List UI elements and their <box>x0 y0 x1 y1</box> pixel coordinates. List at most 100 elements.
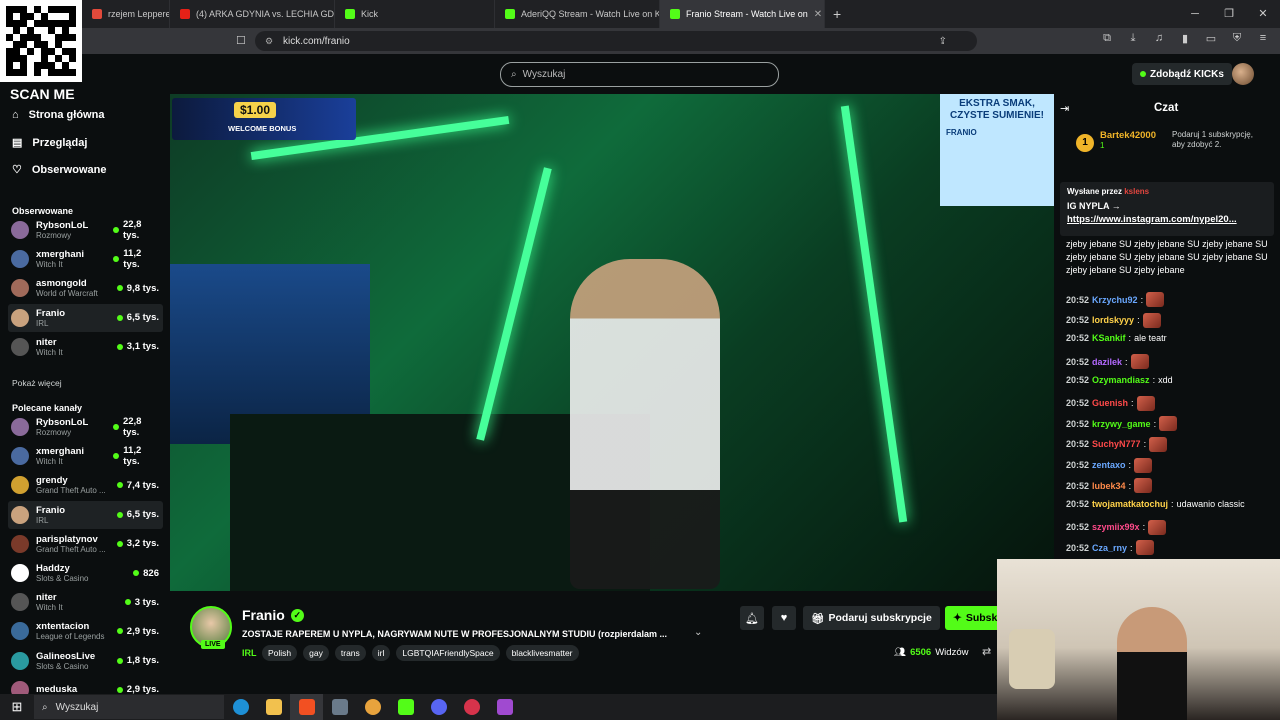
share-icon[interactable]: ⇪ <box>939 36 947 47</box>
nav-home[interactable]: ⌂ Strona główna <box>12 109 104 121</box>
taskbar-kick-icon[interactable] <box>389 694 422 720</box>
sidebar-channel[interactable]: Franio IRL 6,5 tys. <box>8 303 163 332</box>
message-user[interactable]: SuchyN777 <box>1092 439 1141 449</box>
collapse-chat-icon[interactable]: ⇥ <box>1060 102 1069 115</box>
stream-tag[interactable]: trans <box>334 645 366 661</box>
show-more-link[interactable]: Pokaż więcej <box>12 378 62 388</box>
message-user[interactable]: lubek34 <box>1092 481 1126 491</box>
new-tab-button[interactable]: + <box>833 6 841 22</box>
sidebar-channel[interactable]: Franio IRL 6,5 tys. <box>8 500 163 529</box>
get-kicks-button[interactable]: Zdobądź KICKs <box>1132 63 1232 85</box>
live-dot-icon <box>116 657 123 664</box>
sidebar-channel[interactable]: Haddzy Slots & Casino 826 <box>8 559 163 587</box>
channel-name: RybsonLoL <box>36 220 89 231</box>
menu-icon[interactable]: ≡ <box>1254 32 1272 45</box>
browser-tab[interactable]: (4) ARKA GDYNIA vs. LECHIA GDAŃS <box>170 0 335 28</box>
media-icon[interactable]: ♫ <box>1150 32 1168 45</box>
chevron-down-icon[interactable]: ⌄ <box>694 627 702 638</box>
browser-tab[interactable]: Kick <box>335 0 495 28</box>
taskbar-app-icon[interactable] <box>323 694 356 720</box>
sidebar-channel[interactable]: grendy Grand Theft Auto ... 7,4 tys. <box>8 471 163 499</box>
sidebar-channel[interactable]: xntentacion League of Legends 2,9 tys. <box>8 617 163 645</box>
message-user[interactable]: krzywy_game <box>1092 419 1151 429</box>
channel-name: xmerghani <box>36 249 85 261</box>
browser-tab[interactable]: AderiQQ Stream - Watch Live on Kick <box>495 0 660 28</box>
gifter-name[interactable]: Bartek42000 <box>1100 130 1166 141</box>
qr-cell <box>34 62 41 69</box>
emote-icon <box>1136 395 1155 411</box>
message-user[interactable]: lordskyyy <box>1092 315 1134 325</box>
channel-viewers-count: 7,4 tys. <box>126 479 159 491</box>
sidebar-channel[interactable]: xmerghani Witch It 11,2 tys. <box>8 245 163 273</box>
pinned-message[interactable]: Wysłane przez kslens IG NYPLA → https://… <box>1060 182 1274 236</box>
taskbar-chrome-icon[interactable] <box>356 694 389 720</box>
taskbar-discord-icon[interactable] <box>422 694 455 720</box>
promo-banner[interactable]: $1.00 WELCOME BONUS <box>172 98 356 140</box>
taskbar-app-icon[interactable] <box>488 694 521 720</box>
address-bar[interactable]: ⚙ kick.com/franio ⇪ <box>255 31 977 51</box>
browser-tab[interactable]: rzejem Lepperem! ( <box>82 0 170 28</box>
sidebar-channel[interactable]: GalineosLive Slots & Casino 1,8 tys. <box>8 647 163 675</box>
taskbar-edge-icon[interactable] <box>224 694 257 720</box>
taskbar-search[interactable]: ⌕ Wyszukaj <box>34 695 224 719</box>
sidebar-toggle-icon[interactable]: ▮ <box>1176 32 1194 45</box>
stream-tag[interactable]: LGBTQIAFriendlySpace <box>396 645 500 661</box>
video-player[interactable] <box>170 94 1054 591</box>
vpn-icon[interactable]: ⛨ <box>1228 32 1246 45</box>
subscribe-button[interactable]: ✦ Subskrybuj <box>945 606 1005 630</box>
message-user[interactable]: Cza_rny <box>1092 543 1127 553</box>
stream-tag[interactable]: blacklivesmatter <box>505 645 579 661</box>
message-user[interactable]: Krzychu92 <box>1092 295 1138 305</box>
close-tab-icon[interactable]: ✕ <box>814 9 822 20</box>
message-user[interactable]: KSankif <box>1092 333 1126 343</box>
qr-cell <box>13 48 20 55</box>
stream-tag[interactable]: irl <box>371 645 391 661</box>
sponsor-ad[interactable]: EKSTRA SMAK, CZYSTE SUMIENIE! FRANIO <box>940 94 1054 206</box>
sidebar-channel[interactable]: niter Witch It 3 tys. <box>8 588 163 616</box>
windows-start-icon[interactable]: ⊞ <box>0 699 34 715</box>
qr-cell <box>55 34 62 41</box>
nav-following[interactable]: ♡ Obserwowane <box>12 163 106 177</box>
message-user[interactable]: twojamatkatochuj <box>1092 499 1168 509</box>
message-user[interactable]: szymiix99x <box>1092 522 1140 532</box>
stream-tag[interactable]: gay <box>303 645 329 661</box>
streamer-name[interactable]: Franio ✓ <box>242 607 304 623</box>
bookmark-icon[interactable]: ☐ <box>236 34 246 47</box>
taskbar-brave-icon[interactable] <box>290 694 323 720</box>
sidebar-channel[interactable]: parisplatynov Grand Theft Auto ... 3,2 tys… <box>8 530 163 558</box>
browser-tab[interactable]: Franio Stream - Watch Live on ✕ <box>660 0 825 28</box>
category-link[interactable]: IRL <box>242 648 257 658</box>
pinned-link[interactable]: https://www.instagram.com/nypel20... <box>1067 214 1267 225</box>
sidebar-channel[interactable]: niter Witch It 3,1 tys. <box>8 333 163 361</box>
stream-tag[interactable]: Polish <box>262 645 298 661</box>
qr-cell <box>69 20 76 27</box>
follow-button[interactable]: ♥ <box>772 606 796 630</box>
sidebar-channel[interactable]: xmerghani Witch It 11,2 tys. <box>8 442 163 470</box>
restore-button[interactable]: ❐ <box>1212 0 1246 28</box>
sidebar-channel[interactable]: RybsonLoL Rozmowy 22,8 tys. <box>8 216 163 244</box>
message-user[interactable]: zentaxo <box>1092 460 1126 470</box>
extensions-icon[interactable]: ⧉ <box>1098 32 1116 45</box>
close-window-button[interactable]: ✕ <box>1246 0 1280 28</box>
site-info-icon[interactable]: ⚙ <box>265 36 273 47</box>
message-user[interactable]: Ozymandiasz <box>1092 375 1150 385</box>
download-icon[interactable]: ⤓ <box>1124 32 1142 45</box>
channel-avatar <box>11 651 29 670</box>
taskbar-folder-icon[interactable] <box>257 694 290 720</box>
notification-button[interactable]: 🔔︎ <box>740 606 764 630</box>
message-user[interactable]: Guenish <box>1092 398 1128 408</box>
sidebar-channel[interactable]: asmongold World of Warcraft 9,8 tys. <box>8 274 163 302</box>
gift-subs-button[interactable]: 🎁︎ Podaruj subskrypcje <box>803 606 940 630</box>
wallet-icon[interactable]: ▭ <box>1202 32 1220 45</box>
user-avatar[interactable] <box>1232 63 1254 85</box>
qr-cell <box>27 34 34 41</box>
nav-browse[interactable]: ▤ Przeglądaj <box>12 136 87 150</box>
qr-cell <box>34 55 41 62</box>
search-input[interactable]: ⌕ Wyszukaj <box>500 62 779 87</box>
taskbar-app-icon[interactable] <box>455 694 488 720</box>
share-icon[interactable]: ⇄ <box>982 645 991 658</box>
minimize-button[interactable]: ─ <box>1178 0 1212 28</box>
sidebar-channel[interactable]: RybsonLoL Rozmowy 22,8 tys. <box>8 413 163 441</box>
message-user[interactable]: dazilek <box>1092 357 1122 367</box>
live-dot-icon <box>113 227 119 233</box>
